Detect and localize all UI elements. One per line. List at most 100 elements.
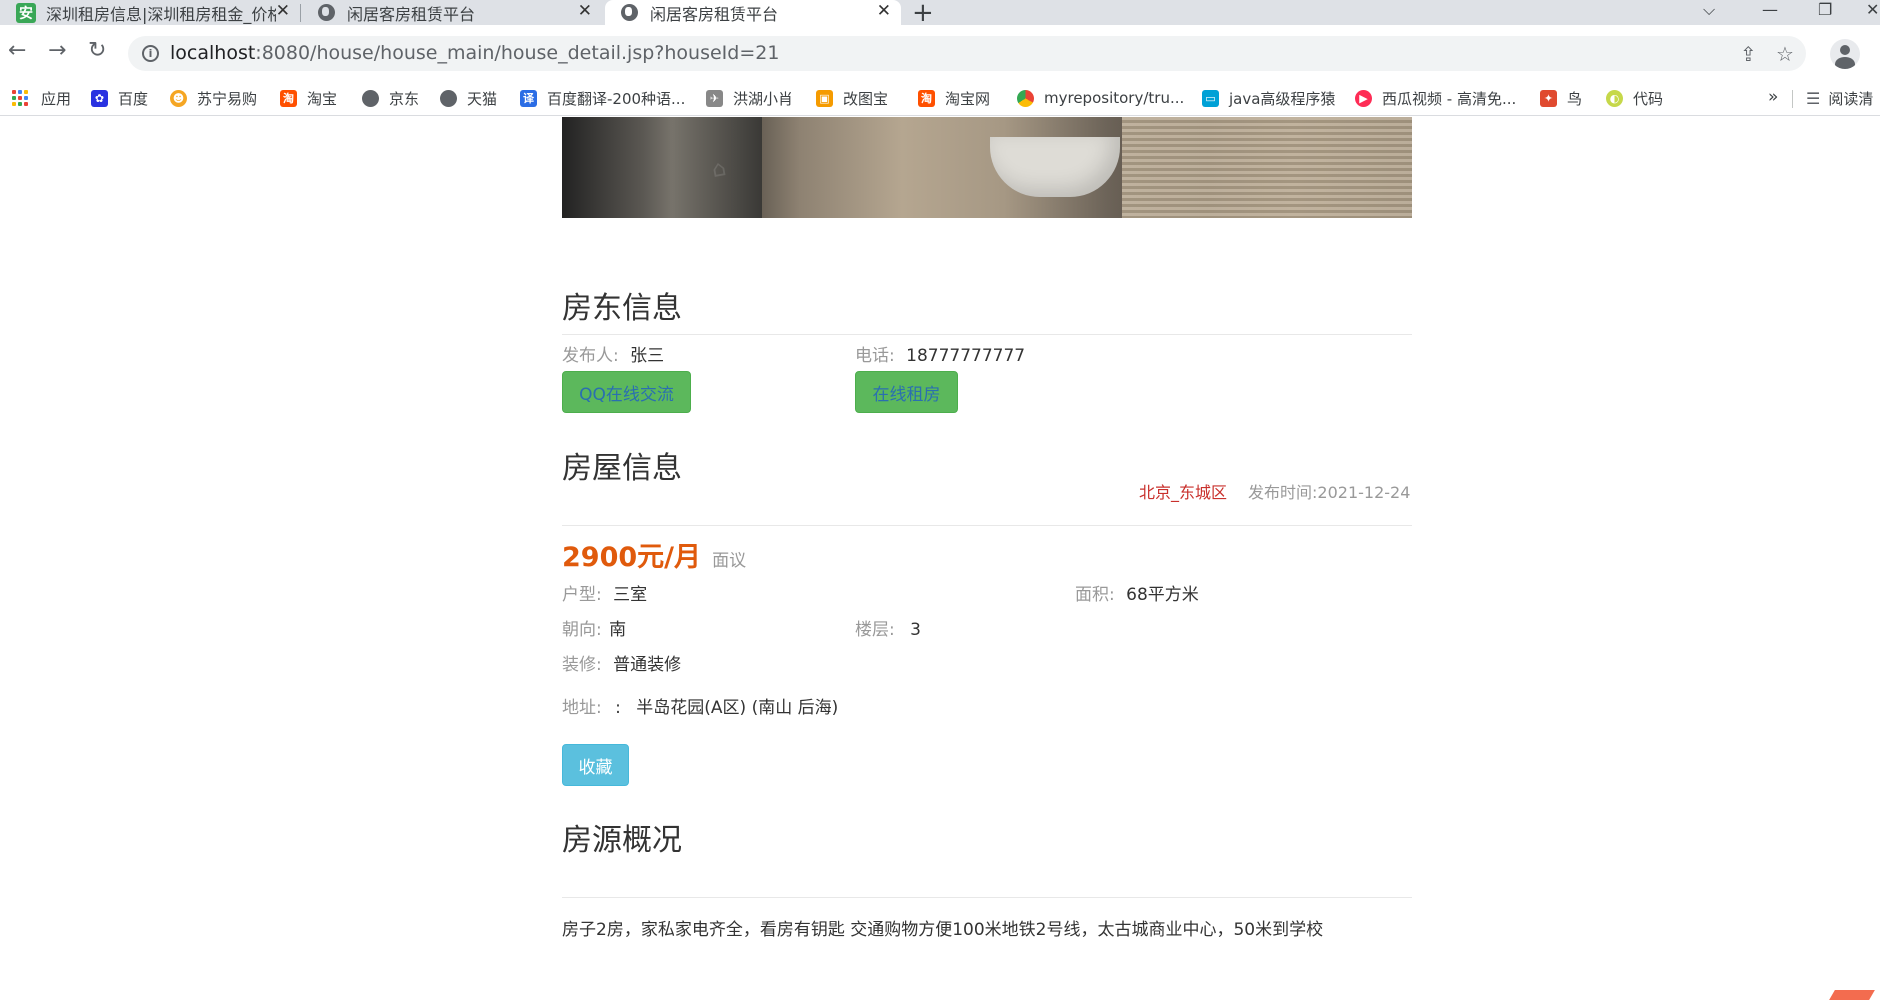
house-photo: ⌂ (562, 117, 1412, 218)
price-value: 2900元/月 (562, 542, 702, 573)
chrome-icon (1017, 89, 1034, 107)
photo-door-area (562, 117, 762, 218)
site-info-icon[interactable]: i (142, 45, 159, 62)
bookmark-honghu[interactable]: ✈ 洪湖小肖 (706, 81, 793, 115)
decoration-field: 装修: 普通装修 (562, 650, 681, 675)
globe-icon (440, 89, 457, 107)
section-divider (562, 334, 1412, 335)
bookmark-apps[interactable]: 应用 (12, 81, 71, 115)
favorite-button[interactable]: 收藏 (562, 744, 629, 786)
area-value: 68平方米 (1126, 585, 1199, 605)
bookmark-taobao-net[interactable]: 淘 淘宝网 (918, 81, 990, 115)
tab-title: 深圳租房信息|深圳租房租金_价格 (46, 4, 276, 24)
bookmarks-overflow-icon[interactable]: » (1768, 87, 1778, 107)
share-icon[interactable]: ⇪ (1740, 42, 1757, 66)
bookmark-code[interactable]: ◐ 代码 (1606, 81, 1663, 115)
bird-icon: ✦ (1540, 89, 1557, 107)
publish-date-label: 发布时间: (1248, 483, 1318, 502)
bookmark-label: java高级程序猿 (1229, 89, 1336, 108)
price-block: 2900元/月 面议 (562, 535, 746, 574)
corner-badge-icon (1829, 990, 1875, 1000)
bookmark-label: 苏宁易购 (197, 89, 258, 108)
layout-label: 户型: (562, 585, 602, 605)
tab-close-icon[interactable]: ✕ (877, 0, 891, 22)
bookmark-bird[interactable]: ✦ 鸟 (1540, 81, 1582, 115)
bookmark-baidu-translate[interactable]: 译 百度翻译-200种语... (520, 81, 685, 115)
section-divider (562, 525, 1412, 526)
address-label: 地址: (562, 698, 602, 718)
qq-chat-button[interactable]: QQ在线交流 (562, 371, 691, 413)
new-tab-icon[interactable]: + (912, 0, 934, 28)
apps-icon (12, 89, 29, 107)
phone-value: 18777777777 (906, 346, 1026, 366)
photo-toilet (990, 137, 1120, 197)
bookmarks-divider (1792, 90, 1793, 108)
bookmark-gaitubao[interactable]: ▣ 改图宝 (816, 81, 888, 115)
bookmark-label: 百度翻译-200种语... (547, 89, 686, 108)
url-path: :8080/house/house_main/house_detail.jsp?… (255, 42, 780, 64)
baidu-icon: ✿ (91, 89, 108, 107)
address-value: 半岛花园(A区) (南山 后海) (636, 698, 839, 718)
back-icon[interactable]: ← (8, 39, 26, 63)
restore-icon[interactable]: ❐ (1818, 0, 1832, 19)
price-note: 面议 (712, 551, 747, 571)
bookmark-label: 代码 (1633, 89, 1664, 108)
bookmark-myrepository[interactable]: myrepository/tru... (1017, 81, 1184, 115)
browser-tab-strip: 安 深圳租房信息|深圳租房租金_价格 ✕ 闲居客房租赁平台 ✕ 闲居客房租赁平台… (0, 0, 1880, 28)
page-content: ⌂ 房东信息 发布人: 张三 电话: 18777777777 QQ在线交流 在线… (0, 117, 1880, 1000)
overview-section-title: 房源概况 (562, 823, 682, 858)
bilibili-icon: ▭ (1202, 89, 1219, 107)
browser-tab-active[interactable]: 闲居客房租赁平台 ✕ (605, 0, 901, 25)
bookmark-taobao[interactable]: 淘 淘宝 (280, 81, 337, 115)
gaitubao-icon: ▣ (816, 89, 833, 107)
tab-search-icon[interactable]: ⌵ (1703, 0, 1715, 20)
translate-icon: 译 (520, 89, 537, 107)
bird-icon: ✈ (706, 89, 723, 107)
orientation-label: 朝向: (562, 620, 602, 640)
code-icon: ◐ (1606, 89, 1623, 107)
bookmark-suning[interactable]: ☻ 苏宁易购 (170, 81, 257, 115)
address-bar[interactable]: i localhost:8080/house/house_main/house_… (128, 36, 1806, 71)
bookmark-tmall[interactable]: 天猫 (440, 81, 497, 115)
browser-tab-1[interactable]: 安 深圳租房信息|深圳租房租金_价格 ✕ (0, 0, 300, 25)
publish-date-value: 2021-12-24 (1317, 483, 1411, 502)
orientation-value: 南 (609, 620, 627, 640)
close-window-icon[interactable]: ✕ (1866, 0, 1879, 19)
online-rent-button[interactable]: 在线租房 (855, 371, 958, 413)
browser-toolbar: ← → ↻ i localhost:8080/house/house_main/… (0, 25, 1880, 81)
bookmark-star-icon[interactable]: ☆ (1776, 42, 1794, 66)
browser-tab-2[interactable]: 闲居客房租赁平台 ✕ (302, 0, 602, 25)
tab-title: 闲居客房租赁平台 (347, 4, 476, 24)
bookmark-baidu[interactable]: ✿ 百度 (91, 81, 148, 115)
globe-icon (362, 89, 379, 107)
region-link[interactable]: 北京_东城区 (1139, 479, 1227, 503)
tab-close-icon[interactable]: ✕ (578, 0, 592, 22)
area-field: 面积: 68平方米 (1075, 580, 1199, 605)
tab-close-icon[interactable]: ✕ (276, 0, 290, 22)
forward-icon[interactable]: → (48, 39, 66, 63)
reload-icon[interactable]: ↻ (88, 39, 106, 63)
url-text[interactable]: localhost:8080/house/house_main/house_de… (170, 42, 779, 64)
bookmark-label: 淘宝网 (945, 89, 991, 108)
orientation-field: 朝向: 南 (562, 615, 626, 640)
xigua-icon: ▶ (1355, 89, 1372, 107)
photo-cabinet (1122, 117, 1412, 218)
publisher-field: 发布人: 张三 (562, 341, 664, 366)
decoration-value: 普通装修 (613, 655, 682, 675)
bookmark-java[interactable]: ▭ java高级程序猿 (1202, 81, 1335, 115)
bookmark-label: 改图宝 (843, 89, 889, 108)
bookmark-jd[interactable]: 京东 (362, 81, 419, 115)
globe-icon (318, 4, 335, 21)
taobao-icon: 淘 (280, 89, 297, 107)
bookmark-label: 天猫 (467, 89, 498, 108)
profile-avatar[interactable] (1830, 39, 1860, 69)
reading-list-label: 阅读清 (1828, 89, 1874, 108)
minimize-icon[interactable]: — (1762, 0, 1778, 19)
reading-list-icon: ☰ (1806, 88, 1821, 108)
bookmark-label: 淘宝 (307, 89, 338, 108)
bookmarks-bar: 应用 ✿ 百度 ☻ 苏宁易购 淘 淘宝 京东 天猫 译 百度翻译-200种语..… (0, 81, 1880, 116)
reading-list[interactable]: ☰ 阅读清 (1806, 81, 1873, 115)
overview-text: 房子2房，家私家电齐全，看房有钥匙 交通购物方便100米地铁2号线，太古城商业中… (562, 920, 1324, 940)
bookmark-label: 京东 (389, 89, 420, 108)
bookmark-xigua[interactable]: ▶ 西瓜视频 - 高清免... (1355, 81, 1516, 115)
